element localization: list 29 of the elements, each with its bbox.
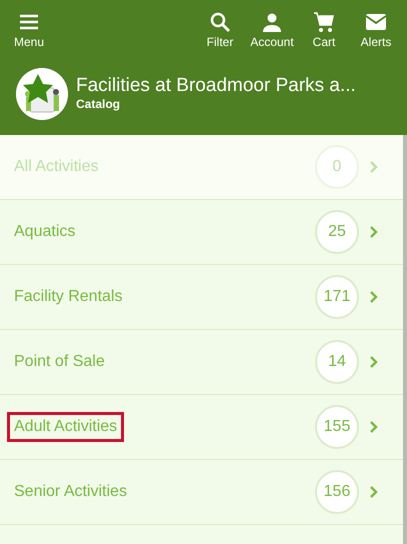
cart-button[interactable]: Cart [301, 10, 347, 50]
count-badge: 171 [315, 275, 359, 319]
count-badge: 156 [315, 470, 359, 514]
chevron-icon [369, 291, 379, 303]
menu-button[interactable]: Menu [14, 10, 44, 50]
category-name: Adult Activities [7, 412, 124, 442]
category-name: Point of Sale [13, 352, 106, 372]
logo-icon [16, 68, 68, 120]
category-name: Facility Rentals [13, 286, 124, 307]
category-name: All Activities [13, 156, 100, 177]
count-badge: 25 [315, 210, 359, 254]
page-subtitle: Catalog [76, 97, 122, 112]
filter-button[interactable]: Filter [197, 10, 243, 50]
count-badge: 14 [315, 340, 359, 384]
chevron-icon [369, 226, 379, 238]
chevron-icon [369, 356, 379, 368]
category-name: Aquatics [13, 222, 76, 242]
alerts-button[interactable]: Alerts [353, 10, 399, 50]
count-badge: 0 [315, 145, 359, 189]
chevron-icon [369, 486, 379, 498]
person-icon [260, 10, 284, 33]
search-icon [208, 10, 232, 33]
cart-icon [312, 10, 336, 33]
page-title: Facilities at Broadmoor Parks a... [76, 76, 356, 98]
chevron-icon [369, 161, 379, 173]
category-name: Senior Activities [13, 482, 128, 502]
account-button[interactable]: Account [249, 10, 295, 50]
chevron-icon [369, 421, 379, 433]
count-badge: 155 [315, 405, 359, 449]
